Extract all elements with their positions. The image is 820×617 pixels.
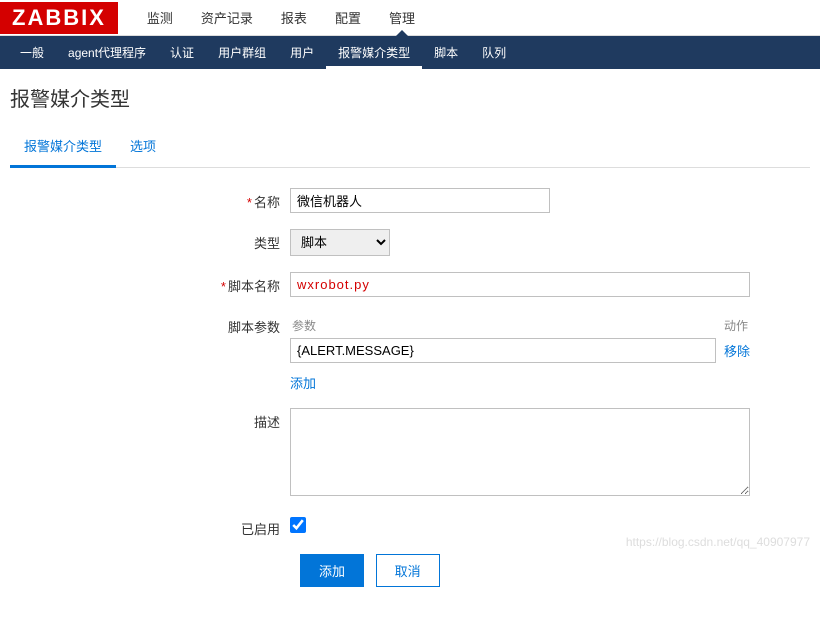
sub-nav-queue[interactable]: 队列 bbox=[470, 36, 518, 69]
main-nav-inventory[interactable]: 资产记录 bbox=[187, 0, 267, 35]
main-nav: 监测 资产记录 报表 配置 管理 bbox=[133, 0, 429, 35]
main-nav-reports[interactable]: 报表 bbox=[267, 0, 321, 35]
submit-button[interactable]: 添加 bbox=[300, 554, 364, 587]
cancel-button[interactable]: 取消 bbox=[376, 554, 440, 587]
sub-nav-general[interactable]: 一般 bbox=[8, 36, 56, 69]
sub-nav-auth[interactable]: 认证 bbox=[158, 36, 206, 69]
enabled-label: 已启用 bbox=[20, 515, 290, 538]
desc-textarea[interactable] bbox=[290, 408, 750, 496]
sub-nav: 一般 agent代理程序 认证 用户群组 用户 报警媒介类型 脚本 队列 bbox=[0, 36, 820, 69]
sub-nav-usergroups[interactable]: 用户群组 bbox=[206, 36, 278, 69]
watermark: https://blog.csdn.net/qq_40907977 bbox=[626, 535, 810, 549]
params-header-action: 动作 bbox=[724, 317, 748, 334]
name-label: *名称 bbox=[20, 188, 290, 211]
top-bar: ZABBIX 监测 资产记录 报表 配置 管理 bbox=[0, 0, 820, 36]
sub-nav-scripts[interactable]: 脚本 bbox=[422, 36, 470, 69]
add-param-link[interactable]: 添加 bbox=[290, 373, 316, 392]
logo: ZABBIX bbox=[0, 2, 118, 34]
params-header-param: 参数 bbox=[292, 317, 316, 334]
param-row: 移除 bbox=[290, 338, 750, 363]
desc-label: 描述 bbox=[20, 408, 290, 431]
page-title: 报警媒介类型 bbox=[0, 69, 820, 126]
enabled-checkbox[interactable] bbox=[290, 517, 306, 533]
tabs: 报警媒介类型 选项 bbox=[10, 126, 810, 168]
main-nav-config[interactable]: 配置 bbox=[321, 0, 375, 35]
name-input[interactable] bbox=[290, 188, 550, 213]
params-label: 脚本参数 bbox=[20, 313, 290, 336]
type-label: 类型 bbox=[20, 229, 290, 252]
script-label: *脚本名称 bbox=[20, 272, 290, 295]
tab-mediatype[interactable]: 报警媒介类型 bbox=[10, 126, 116, 168]
sub-nav-users[interactable]: 用户 bbox=[278, 36, 326, 69]
sub-nav-mediatypes[interactable]: 报警媒介类型 bbox=[326, 36, 422, 69]
main-nav-monitoring[interactable]: 监测 bbox=[133, 0, 187, 35]
tab-options[interactable]: 选项 bbox=[116, 126, 170, 167]
script-input[interactable] bbox=[290, 272, 750, 297]
remove-param-link[interactable]: 移除 bbox=[724, 341, 750, 360]
main-nav-admin[interactable]: 管理 bbox=[375, 0, 429, 35]
sub-nav-proxies[interactable]: agent代理程序 bbox=[56, 36, 158, 69]
type-select[interactable]: 脚本 bbox=[290, 229, 390, 256]
form: *名称 类型 脚本 *脚本名称 脚本参数 参数 动作 bbox=[10, 168, 810, 617]
param-input[interactable] bbox=[290, 338, 716, 363]
